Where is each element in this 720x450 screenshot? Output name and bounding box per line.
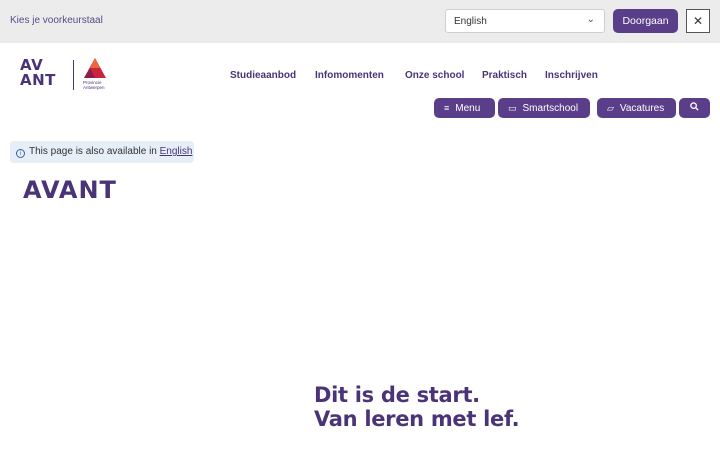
vacatures-button[interactable]: ▱ Vacatures [597,98,676,118]
smartschool-button[interactable]: ▭ Smartschool [498,98,590,118]
search-icon [690,102,699,111]
language-select[interactable]: English ⌄ [445,9,605,33]
logo-divider [73,60,74,90]
chevron-down-icon: ⌄ [586,14,595,25]
menu-button[interactable]: ≡ Menu [434,98,495,118]
hero-line-1: Dit is de start. [314,383,480,407]
hero-line-2: Van leren met lef. [314,407,520,431]
close-icon[interactable]: ✕ [686,9,710,33]
folder-icon: ▱ [607,103,614,113]
province-logo-icon [84,58,106,78]
nav-item-studieaanbod[interactable]: Studieaanbod [230,70,296,81]
nav-item-infomomenten[interactable]: Infomomenten [315,70,384,81]
province-label: Provincie Antwerpen [83,80,105,90]
nav-item-inschrijven[interactable]: Inschrijven [545,70,598,81]
language-select-value: English [454,16,487,27]
language-notice: i This page is also available in English [10,141,194,163]
continue-button[interactable]: Doorgaan [613,9,678,33]
info-icon: i [16,149,25,158]
language-prompt: Kies je voorkeurstaal [10,15,103,26]
nav-item-praktisch[interactable]: Praktisch [482,70,527,81]
page-title: AVANT [23,176,117,204]
nav-item-onze-school[interactable]: Onze school [405,70,464,81]
logo-wordmark: AV ANT [20,56,56,89]
notice-language-link[interactable]: English [160,146,193,157]
hero-slogan: Dit is de start. Van leren met lef. [314,383,520,431]
language-bar: Kies je voorkeurstaal English ⌄ Doorgaan… [0,0,720,43]
search-button[interactable] [679,98,710,118]
hamburger-icon: ≡ [444,103,450,113]
laptop-icon: ▭ [508,103,517,113]
site-logo[interactable]: AV ANT Provincie Antwerpen [20,58,110,92]
